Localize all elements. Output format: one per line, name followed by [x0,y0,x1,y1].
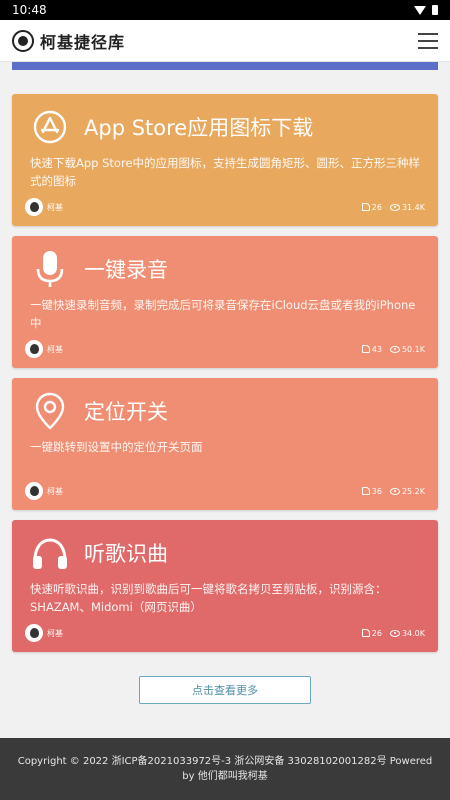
partial-card[interactable] [12,62,438,70]
eye-icon [389,203,400,211]
like-count: 36 [371,486,382,496]
eye-icon [389,629,400,637]
like-count: 26 [371,202,382,212]
card-description: 快速听歌识曲，识别到歌曲后可一键将歌名拷贝至剪贴板，识别源含：SHAZAM、Mi… [30,582,387,614]
top-navbar: 柯基捷径库 [0,20,450,62]
eye-icon [389,345,400,353]
status-bar: 10:48 [0,0,450,20]
author-avatar [25,340,43,358]
author-name: 柯基 [47,202,63,212]
card-description: 快速下载App Store中的应用图标，支持生成圆角矩形、圆形、正方形三种样式的… [30,156,421,188]
corgi-logo-icon[interactable] [12,29,34,52]
view-count: 31.4K [401,202,425,212]
card-description: 一键快速录制音频，录制完成后可将录音保存在iCloud云盘或者我的iPhone中 [30,298,416,330]
card-description: 一键跳转到设置中的定位开关页面 [30,440,203,454]
load-more-button[interactable]: 点击查看更多 [139,676,311,704]
card-app-store-icon[interactable]: App Store应用图标下载 快速下载App Store中的应用图标，支持生成… [12,94,438,226]
author-avatar [25,624,43,642]
author-name: 柯基 [47,344,63,354]
card-title: 一键录音 [84,258,168,282]
author-name: 柯基 [47,628,63,638]
author-avatar [25,198,43,216]
card-footer: 柯基 26 31.4K [25,198,425,216]
thumbs-up-icon [361,487,370,495]
site-brand[interactable]: 柯基捷径库 [40,29,125,53]
like-count: 43 [371,344,382,354]
hamburger-menu-icon[interactable] [418,32,438,49]
card-title: 听歌识曲 [84,542,168,566]
card-footer: 柯基 43 50.1K [25,340,425,358]
card-footer: 柯基 36 25.2K [25,482,425,500]
microphone-icon [30,249,70,289]
card-location-switch[interactable]: 定位开关 一键跳转到设置中的定位开关页面 柯基 36 25.2K [12,378,438,510]
author-avatar [25,482,43,500]
view-count: 34.0K [401,628,425,638]
card-one-tap-record[interactable]: 一键录音 一键快速录制音频，录制完成后可将录音保存在iCloud云盘或者我的iP… [12,236,438,368]
wifi-icon [414,5,426,15]
eye-icon [389,487,400,495]
like-count: 26 [371,628,382,638]
card-song-recognition[interactable]: 听歌识曲 快速听歌识曲，识别到歌曲后可一键将歌名拷贝至剪贴板，识别源含：SHAZ… [12,520,438,652]
thumbs-up-icon [361,203,370,211]
status-icons [414,5,438,15]
status-time: 10:48 [12,3,47,17]
shortcut-list: App Store应用图标下载 快速下载App Store中的应用图标，支持生成… [0,62,450,738]
author-name: 柯基 [47,486,63,496]
view-count: 25.2K [401,486,425,496]
app-store-icon [30,107,70,147]
location-pin-icon [30,391,70,431]
view-count: 50.1K [401,344,425,354]
card-title: App Store应用图标下载 [84,116,314,140]
card-title: 定位开关 [84,400,168,424]
battery-icon [432,5,438,15]
page-footer: Copyright © 2022 浙ICP备2021033972号-3 浙公网安… [0,738,450,800]
thumbs-up-icon [361,629,370,637]
card-footer: 柯基 26 34.0K [25,624,425,642]
thumbs-up-icon [361,345,370,353]
copyright-text: Copyright © 2022 浙ICP备2021033972号-3 浙公网安… [17,756,433,782]
headphones-icon [30,533,70,573]
